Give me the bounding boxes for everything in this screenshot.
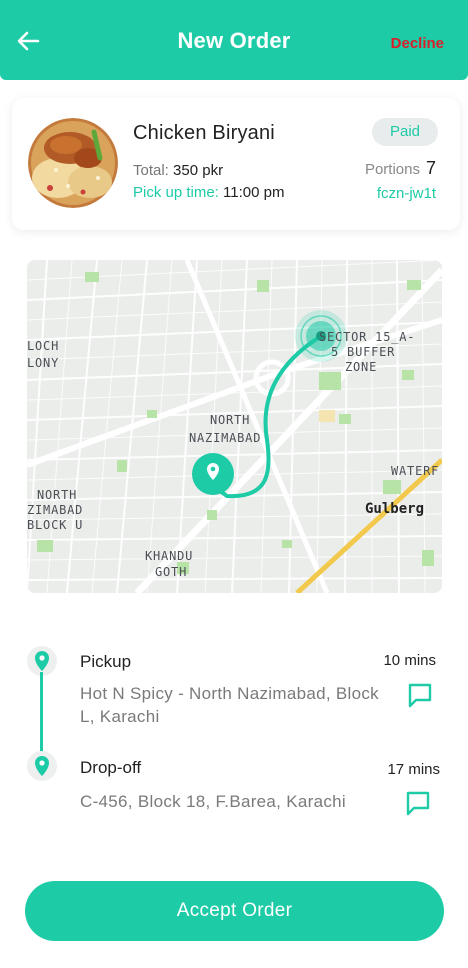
map-label-sector: SECTOR 15_A-: [319, 330, 415, 344]
total-value: 350 pkr: [173, 162, 224, 179]
dish-name: Chicken Biryani: [133, 122, 275, 144]
dish-image: [28, 118, 118, 208]
order-total: Total: 350 pkr: [133, 162, 223, 179]
pickup-time-value: 11:00 pm: [223, 184, 285, 201]
pickup-time: Pick up time: 11:00 pm: [133, 184, 284, 201]
portions-label: Portions: [364, 161, 420, 178]
pickup-time-label: Pick up time:: [133, 184, 219, 201]
route-map[interactable]: SECTOR 15_A- 5 BUFFER ZONE LOCH LONY NOR…: [27, 260, 442, 593]
map-label-khandu: KHANDU: [145, 549, 193, 563]
map-label-north-nazimabad-top: NORTH: [210, 413, 250, 427]
dropoff-label: Drop-off: [80, 758, 142, 777]
decline-button[interactable]: Decline: [391, 35, 444, 52]
pickup-eta: 10 mins: [383, 652, 436, 669]
map-label-goth: GOTH: [155, 565, 187, 579]
accept-order-button[interactable]: Accept Order: [25, 881, 444, 941]
app-header: New Order Decline: [0, 0, 468, 80]
portions-value: 7: [425, 158, 436, 178]
map-label-loch: LOCH: [27, 339, 59, 353]
map-label-buffer: 5 BUFFER: [331, 345, 395, 359]
order-summary-card: Chicken Biryani Paid Total: 350 pkr Pick…: [12, 98, 460, 230]
pickup-label: Pickup: [80, 652, 132, 671]
payment-status-badge: Paid: [372, 118, 438, 146]
map-label-nazimabad-top: NAZIMABAD: [189, 431, 261, 445]
order-code: fczn-jw1t: [376, 185, 436, 202]
dropoff-chat-icon[interactable]: [403, 789, 433, 819]
map-label-waterf: WATERF: [391, 464, 439, 478]
map-label-zone: ZONE: [345, 360, 377, 374]
dropoff-eta: 17 mins: [387, 761, 440, 778]
total-label: Total:: [133, 162, 169, 179]
portions: Portions 7: [365, 158, 436, 179]
pickup-chat-icon[interactable]: [405, 681, 435, 711]
dropoff-pin-icon: [27, 750, 57, 784]
map-label-lony: LONY: [27, 356, 59, 370]
map-label-block-u: BLOCK U: [27, 518, 83, 532]
dropoff-address: C-456, Block 18, F.Barea, Karachi: [80, 792, 346, 811]
map-label-gulberg: Gulberg: [365, 501, 424, 517]
map-label-nazimabad: ZIMABAD: [27, 503, 83, 517]
pickup-address: Hot N Spicy - North Nazimabad, Block L, …: [80, 684, 379, 726]
map-label-north: NORTH: [37, 488, 77, 502]
route-connector-line: [40, 672, 43, 756]
